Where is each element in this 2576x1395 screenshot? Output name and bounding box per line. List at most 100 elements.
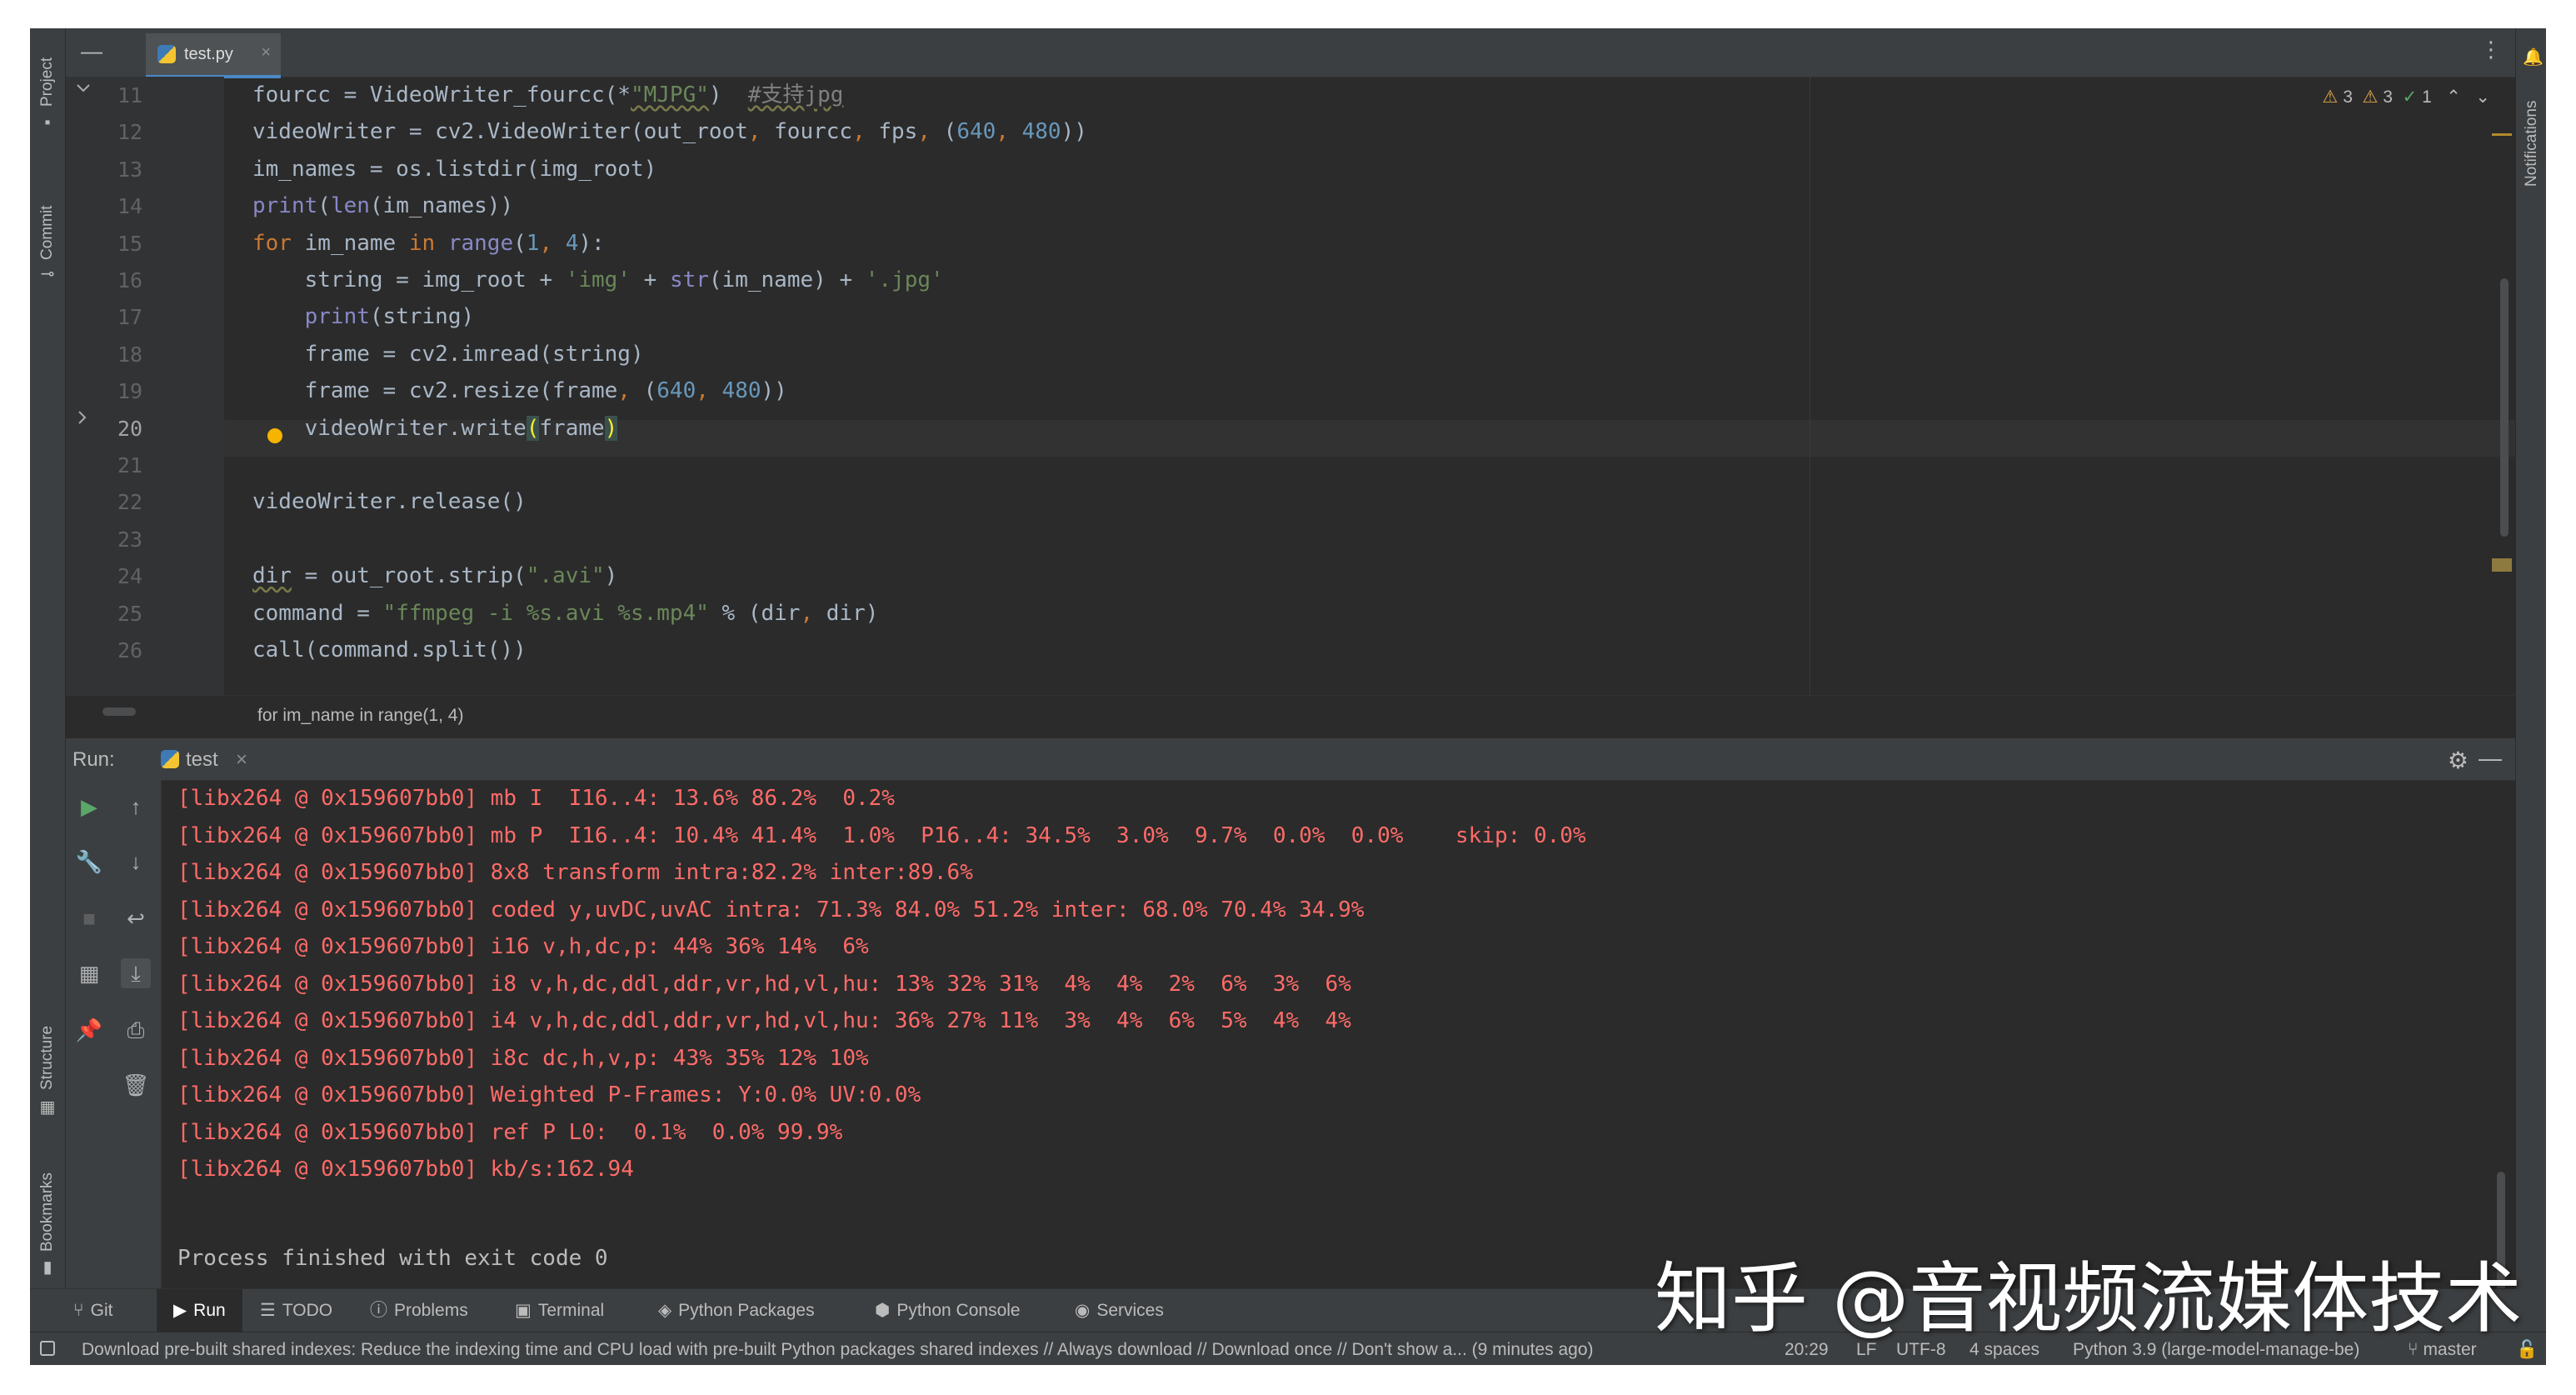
code-token: fps <box>878 119 918 145</box>
typo-count: 1 <box>2422 88 2432 107</box>
editor-tab-test-py[interactable]: test.py × <box>146 33 281 78</box>
close-icon[interactable]: × <box>236 748 247 772</box>
code-token: frame <box>539 415 605 441</box>
right-tool-strip: 🔔 Notifications <box>2515 28 2546 1332</box>
structure-tool-tab[interactable]: Structure ▦ <box>30 995 65 1137</box>
warning-stripe[interactable] <box>2492 133 2512 136</box>
line-number: 13 <box>117 157 143 182</box>
previous-highlight-icon[interactable]: ⌃ <box>2446 88 2461 107</box>
code-token: (im_name) + <box>708 268 866 292</box>
rerun-icon[interactable]: ▶ <box>74 792 104 822</box>
weak-warning-icon: ⚠ <box>2362 88 2379 107</box>
commit-icon: ⊸ <box>40 265 55 283</box>
code-token: ) <box>604 415 618 441</box>
tool-tab-services[interactable]: ◉ Services <box>1075 1289 1164 1332</box>
ide-window: Project ▪ Commit ⊸ Structure ▦ Bookmarks… <box>30 28 2546 1365</box>
status-message[interactable]: Download pre-built shared indexes: Reduc… <box>82 1340 1594 1360</box>
next-highlight-icon[interactable]: ⌄ <box>2475 88 2490 107</box>
watermark: 知乎 @音视频流媒体技术 <box>1655 1254 2523 1343</box>
project-tool-tab[interactable]: Project ▪ <box>30 33 65 158</box>
run-tab-label: test <box>186 748 218 771</box>
code-token: 4 <box>565 230 579 256</box>
hide-icon[interactable]: — <box>81 38 102 64</box>
code-line: call(command.split()) <box>252 632 527 668</box>
code-token: '.jpg' <box>865 268 944 292</box>
run-toolbar-secondary: ↑ ↓ ↩ ⤓ ⎙ 🗑 <box>112 780 162 1313</box>
code-token: videoWriter.release() <box>252 489 527 515</box>
commit-tab-label: Commit <box>38 205 56 260</box>
line-number: 12 <box>117 120 143 145</box>
code-line: frame = cv2.resize(frame, (640, 480)) <box>252 372 787 409</box>
scroll-to-end-icon[interactable]: ⤓ <box>121 958 151 988</box>
wrench-icon[interactable]: 🔧 <box>74 847 104 877</box>
code-token: ) <box>708 82 748 108</box>
code-token: (im_names)) <box>369 193 514 219</box>
code-token: 1 <box>526 230 540 256</box>
code-token: , <box>696 378 722 404</box>
line-number: 16 <box>117 268 143 292</box>
stop-icon[interactable]: ■ <box>74 903 104 933</box>
code-token: frame = cv2.resize(frame <box>252 378 618 404</box>
tool-tab-todo[interactable]: ☰ TODO <box>260 1289 332 1332</box>
line-number: 21 <box>117 453 143 478</box>
services-icon: ◉ <box>1075 1301 1091 1320</box>
line-number: 26 <box>117 638 143 662</box>
structure-tab-label: Structure <box>38 1025 56 1090</box>
info-icon: ⓘ <box>370 1301 387 1320</box>
project-tab-label: Project <box>38 57 56 107</box>
terminal-icon: ▣ <box>515 1301 532 1320</box>
gear-icon[interactable]: ⚙ <box>2448 747 2469 774</box>
minimize-icon[interactable]: — <box>2479 745 2502 772</box>
pin-icon[interactable]: 📌 <box>74 1015 104 1045</box>
folder-icon: ▪ <box>44 113 51 132</box>
arrow-down-icon[interactable]: ↓ <box>121 847 151 877</box>
tool-tab-problems[interactable]: ⓘ Problems <box>370 1289 468 1332</box>
line-number: 25 <box>117 601 143 626</box>
list-icon: ☰ <box>260 1301 276 1320</box>
code-token: ): <box>578 230 605 256</box>
tool-tab-run[interactable]: ▶ Run <box>157 1289 242 1332</box>
console-line: [libx264 @ 0x159607bb0] i8c dc,h,v,p: 43… <box>177 1045 869 1071</box>
inspection-widget[interactable]: ⚠ 3 ⚠ 3 ✓ 1 ⌃ ⌄ <box>2323 87 2490 108</box>
console-output[interactable]: [libx264 @ 0x159607bb0] mb I I16..4: 13.… <box>161 780 2515 1345</box>
tool-tab-git[interactable]: ⑂ Git <box>73 1289 112 1332</box>
breadcrumb[interactable]: for im_name in range(1, 4) <box>66 695 2515 738</box>
print-icon[interactable]: ⎙ <box>121 1015 151 1045</box>
code-line: dir = out_root.strip(".avi") <box>252 558 617 594</box>
console-line: [libx264 @ 0x159607bb0] i4 v,h,dc,ddl,dd… <box>177 1008 1351 1033</box>
code-line: videoWriter.write(frame) <box>252 410 618 447</box>
editor-horizontal-scrollbar[interactable] <box>102 708 136 716</box>
bookmarks-tool-tab[interactable]: Bookmarks ▮ <box>30 1145 65 1295</box>
trash-icon[interactable]: 🗑 <box>121 1070 151 1100</box>
chevron-right-icon <box>78 411 87 424</box>
tool-tab-python-console[interactable]: ⬢ Python Console <box>875 1289 1021 1332</box>
python-file-icon <box>157 45 176 63</box>
soft-wrap-icon[interactable]: ↩ <box>121 903 151 933</box>
code-token: , <box>747 119 775 145</box>
code-line: command = "ffmpeg -i %s.avi %s.mp4" % (d… <box>252 595 878 632</box>
code-token: ".avi" <box>526 563 605 589</box>
console-line: [libx264 @ 0x159607bb0] mb P I16..4: 10.… <box>177 822 1586 848</box>
breadcrumb-item[interactable]: for im_name in range(1, 4) <box>257 706 463 726</box>
fold-markers <box>77 84 90 424</box>
arrow-up-icon[interactable]: ↑ <box>121 792 151 822</box>
code-token: , <box>996 119 1022 145</box>
toggle-tool-windows-icon[interactable] <box>40 1341 55 1356</box>
tool-tab-python-packages[interactable]: ◈ Python Packages <box>658 1289 815 1332</box>
editor-vertical-scrollbar[interactable] <box>2500 278 2509 537</box>
code-token: ( <box>317 193 331 219</box>
layout-icon[interactable]: ▦ <box>74 958 104 988</box>
editor-tab-label: test.py <box>184 45 233 63</box>
code-token: )) <box>761 378 787 404</box>
notifications-tool-tab[interactable]: 🔔 Notifications <box>2516 37 2546 220</box>
line-number: 14 <box>117 194 143 219</box>
tool-tab-terminal[interactable]: ▣ Terminal <box>515 1289 604 1332</box>
code-token: , <box>800 600 826 626</box>
close-icon[interactable]: × <box>261 43 271 62</box>
warning-stripe[interactable] <box>2492 558 2512 572</box>
commit-tool-tab[interactable]: Commit ⊸ <box>30 170 65 295</box>
run-tab-test[interactable]: test × <box>149 738 257 778</box>
more-icon[interactable]: ⋮ <box>2480 37 2502 62</box>
play-icon: ▶ <box>173 1301 187 1320</box>
